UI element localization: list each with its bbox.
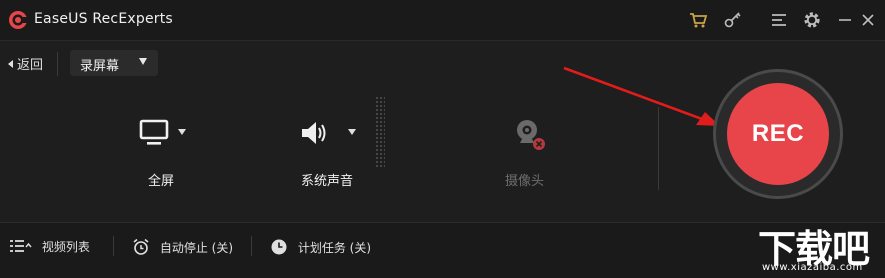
video-list-label: 视频列表 <box>41 240 90 254</box>
webcam-source-label: 摄像头 <box>505 174 545 189</box>
divider <box>57 52 58 76</box>
app-title: EaseUS RecExperts <box>34 11 173 27</box>
key-icon[interactable] <box>723 10 743 30</box>
back-arrow-icon <box>8 60 13 68</box>
screen-source-label: 全屏 <box>148 174 175 189</box>
watermark-url: www.xiazaiba.com <box>762 262 863 273</box>
chevron-down-icon <box>139 58 147 65</box>
close-icon[interactable] <box>858 10 878 30</box>
monitor-icon <box>139 118 169 152</box>
drag-handle[interactable] <box>375 96 385 168</box>
alarm-clock-icon <box>132 238 150 259</box>
divider <box>251 236 252 256</box>
cart-icon[interactable] <box>688 10 708 30</box>
schedule-label: 计划任务 (关) <box>297 241 372 255</box>
speaker-icon <box>299 118 331 152</box>
rec-label: REC <box>751 120 805 147</box>
divider <box>113 236 114 256</box>
mode-dropdown-label: 录屏幕 <box>80 59 120 74</box>
auto-stop-label: 自动停止 (关) <box>159 241 234 255</box>
screen-options-chevron-icon[interactable] <box>178 129 186 135</box>
webcam-icon <box>511 116 547 156</box>
schedule-button[interactable]: 计划任务 (关) <box>270 238 371 259</box>
video-list-button[interactable]: 视频列表 <box>10 238 90 256</box>
audio-source-label: 系统声音 <box>301 174 354 189</box>
minimize-icon[interactable] <box>835 10 855 30</box>
audio-options-chevron-icon[interactable] <box>348 129 356 135</box>
auto-stop-button[interactable]: 自动停止 (关) <box>132 238 233 259</box>
list-icon <box>10 239 32 256</box>
gear-icon[interactable] <box>802 10 822 30</box>
back-button[interactable]: 返回 <box>8 54 43 73</box>
rec-button[interactable]: REC <box>727 83 829 185</box>
back-label: 返回 <box>17 58 44 73</box>
menu-icon[interactable] <box>769 10 789 30</box>
clock-icon <box>270 238 288 259</box>
arrow-annotation-icon <box>560 64 730 136</box>
app-logo-icon <box>8 10 29 30</box>
